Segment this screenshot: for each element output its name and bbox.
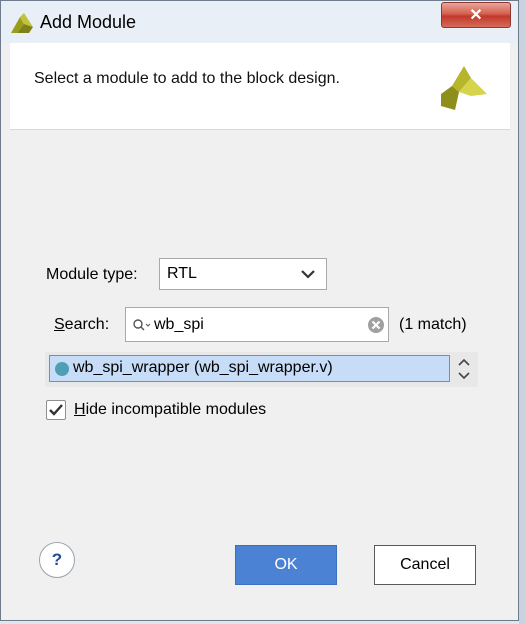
module-list[interactable]: wb_spi_wrapper (wb_spi_wrapper.v) <box>45 352 478 387</box>
list-item[interactable]: wb_spi_wrapper (wb_spi_wrapper.v) <box>49 355 450 382</box>
module-type-dropdown[interactable]: RTL <box>159 258 327 290</box>
close-icon: ✕ <box>469 7 483 24</box>
clear-icon[interactable] <box>367 316 385 334</box>
background-window-edge <box>519 0 525 624</box>
match-count: (1 match) <box>399 316 467 333</box>
add-module-dialog: Add Module ✕ Select a module to add to t… <box>0 0 519 621</box>
spinner-icon[interactable] <box>455 355 473 383</box>
module-dot-icon <box>55 362 69 376</box>
search-icon <box>133 319 151 331</box>
cancel-button[interactable]: Cancel <box>374 545 476 585</box>
xilinx-logo-icon <box>11 13 33 33</box>
help-button[interactable]: ? <box>39 542 75 578</box>
list-item-label: wb_spi_wrapper (wb_spi_wrapper.v) <box>73 359 333 376</box>
xilinx-logo-icon <box>441 66 487 110</box>
close-button[interactable]: ✕ <box>441 2 511 28</box>
chevron-down-icon <box>301 270 315 279</box>
hide-incompatible-label: Hide incompatible modules <box>74 401 267 418</box>
search-label: Search: <box>54 316 110 333</box>
title-bar[interactable]: Add Module ✕ <box>1 1 518 43</box>
ok-button[interactable]: OK <box>235 545 337 585</box>
search-input[interactable]: wb_spi <box>125 307 389 342</box>
module-type-value: RTL <box>167 265 197 282</box>
window-title: Add Module <box>40 12 137 32</box>
search-value: wb_spi <box>154 316 204 333</box>
dialog-header: Select a module to add to the block desi… <box>10 43 510 129</box>
module-type-label: Module type: <box>46 266 138 283</box>
hide-incompatible-checkbox[interactable] <box>46 400 66 420</box>
checkmark-icon <box>49 404 63 416</box>
instruction-text: Select a module to add to the block desi… <box>34 70 340 87</box>
